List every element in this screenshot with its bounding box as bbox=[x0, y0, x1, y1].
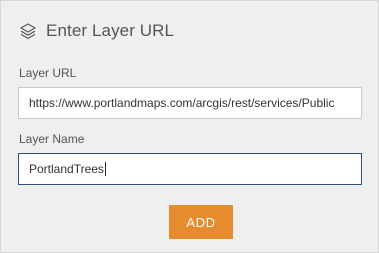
layer-name-value: PortlandTrees bbox=[29, 162, 104, 176]
panel-title: Enter Layer URL bbox=[46, 21, 175, 40]
add-button[interactable]: ADD bbox=[169, 205, 233, 239]
layers-icon bbox=[19, 22, 37, 40]
layer-url-input[interactable]: https://www.portlandmaps.com/arcgis/rest… bbox=[18, 87, 362, 119]
panel-header: Enter Layer URL bbox=[19, 19, 174, 43]
enter-layer-url-panel: Enter Layer URL Layer URL https://www.po… bbox=[0, 0, 379, 253]
layer-name-label: Layer Name bbox=[19, 132, 85, 146]
layer-url-value: https://www.portlandmaps.com/arcgis/rest… bbox=[29, 96, 335, 110]
layer-name-input[interactable]: PortlandTrees bbox=[18, 153, 362, 185]
layer-url-label: Layer URL bbox=[19, 66, 77, 80]
text-caret bbox=[104, 162, 106, 176]
